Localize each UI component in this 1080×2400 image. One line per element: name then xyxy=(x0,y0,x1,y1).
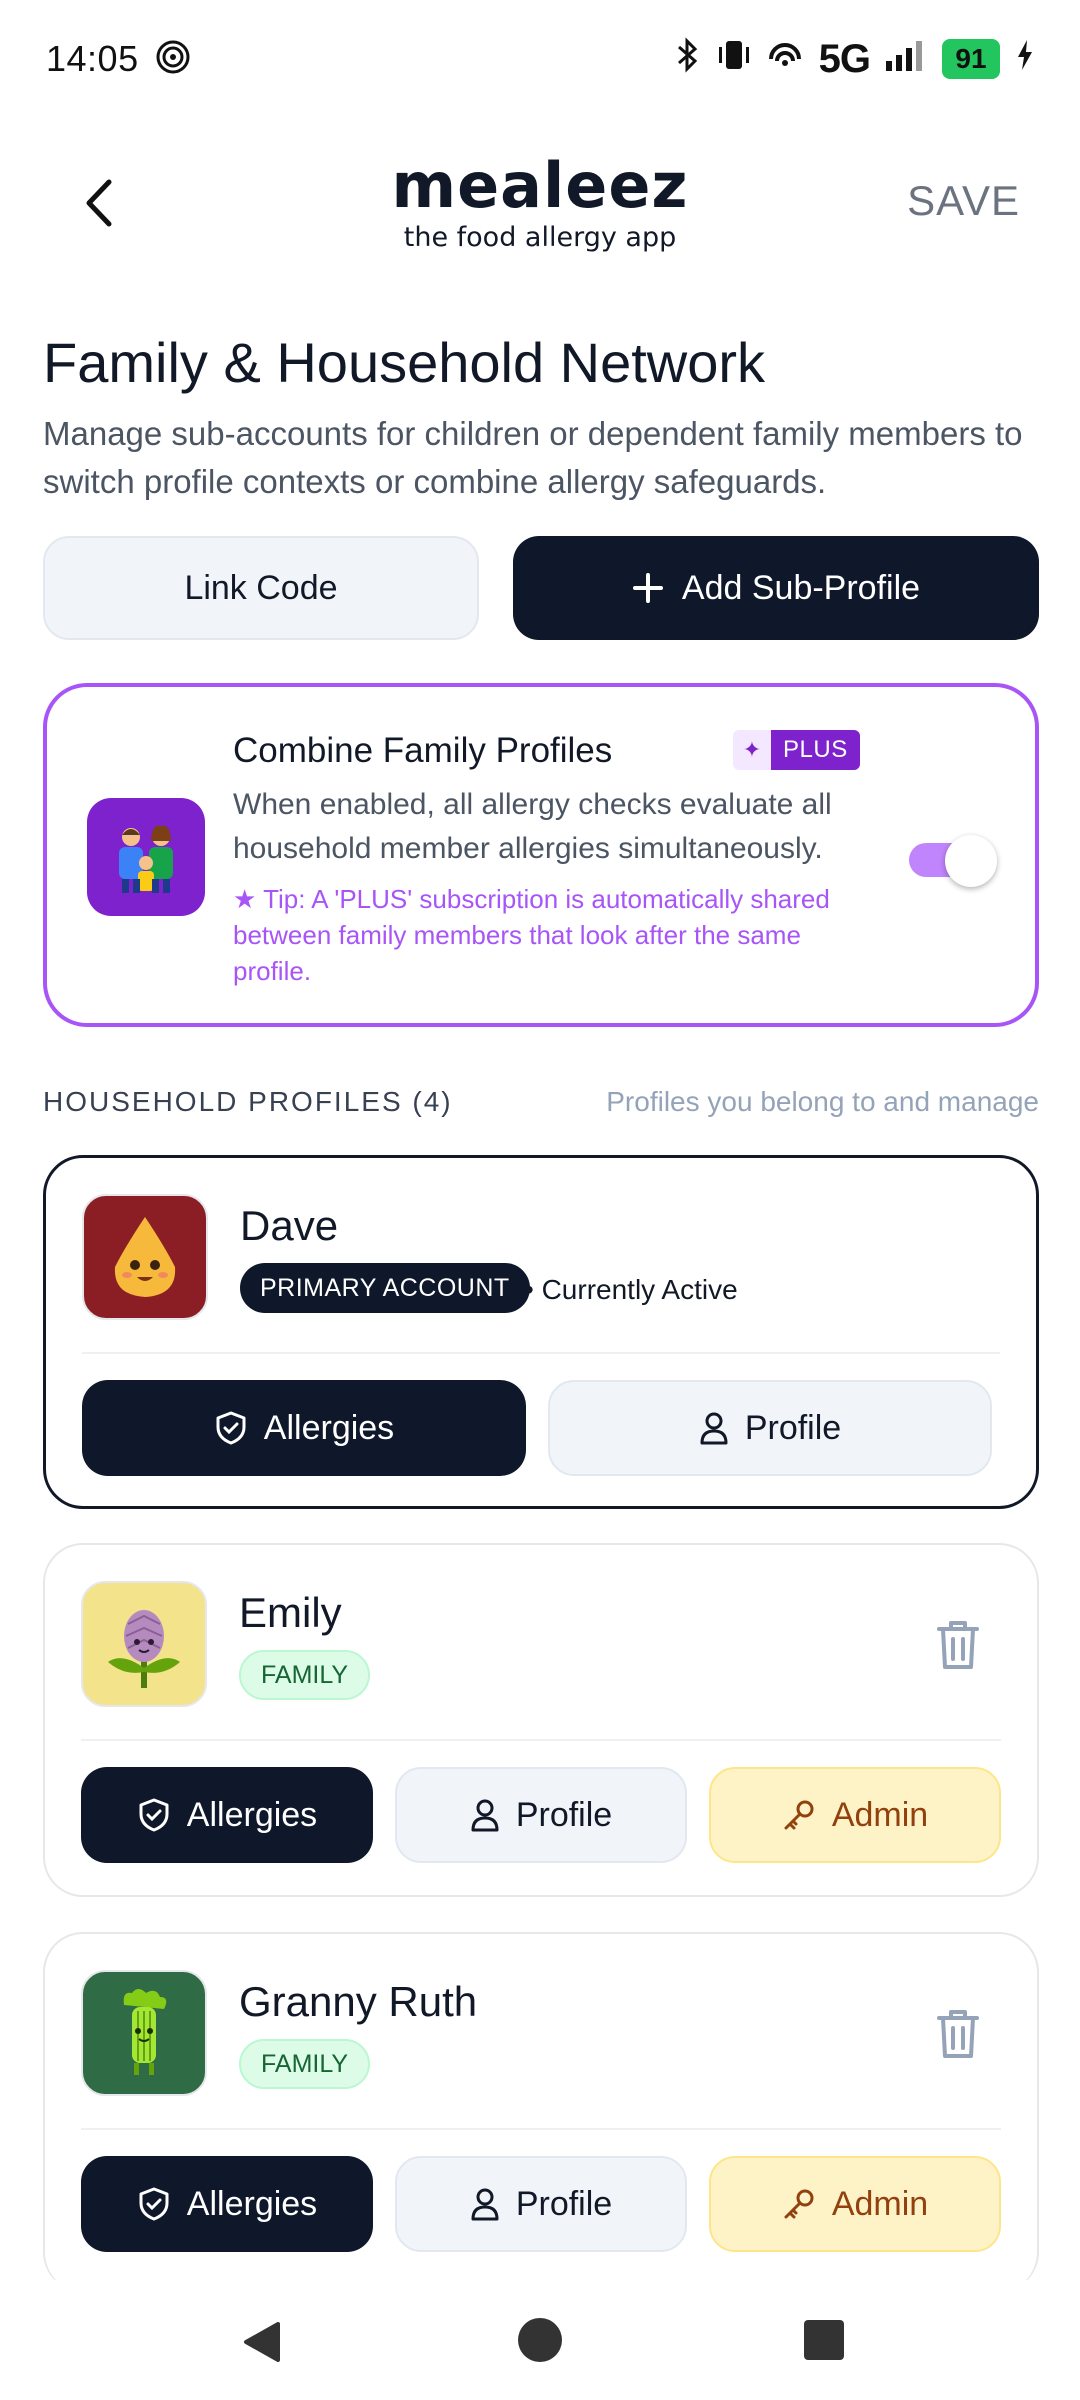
add-sub-profile-button[interactable]: Add Sub-Profile xyxy=(513,536,1039,640)
trash-icon xyxy=(937,1621,979,1669)
nav-home-button[interactable] xyxy=(518,2318,562,2362)
system-nav-bar xyxy=(0,2280,1080,2400)
primary-account-badge: PRIMARY ACCOUNT xyxy=(240,1263,530,1313)
plus-icon xyxy=(632,573,663,603)
combine-toggle[interactable] xyxy=(909,835,997,887)
admin-label: Admin xyxy=(831,1795,929,1834)
profile-card: Emily FAMILY Allergies Profile Admin xyxy=(43,1543,1039,1897)
section-subtitle: Profiles you belong to and manage xyxy=(606,1086,1039,1117)
avatar xyxy=(81,1970,207,2096)
page-description: Manage sub-accounts for children or depe… xyxy=(43,415,1023,500)
divider xyxy=(82,1352,1000,1354)
sparkle-icon: ✦ xyxy=(733,730,771,770)
charging-icon xyxy=(1016,39,1034,79)
wifi-call-icon xyxy=(767,37,803,82)
artichoke-mascot-icon xyxy=(108,1610,180,1688)
trash-icon xyxy=(937,2010,979,2058)
combine-title: Combine Family Profiles xyxy=(233,731,613,770)
network-label: 5G xyxy=(818,36,871,81)
allergies-button[interactable]: Allergies xyxy=(82,1380,526,1476)
logo-tagline: the food allergy app xyxy=(403,222,677,253)
profile-label: Profile xyxy=(515,2184,613,2223)
profile-name: Dave xyxy=(240,1202,339,1249)
profile-name: Granny Ruth xyxy=(239,1978,478,2025)
toggle-thumb xyxy=(945,835,997,887)
save-button[interactable]: SAVE xyxy=(907,177,1020,225)
add-sub-profile-label: Add Sub-Profile xyxy=(681,568,921,607)
profile-label: Profile xyxy=(744,1408,842,1447)
section-title: HOUSEHOLD PROFILES (4) xyxy=(43,1086,453,1117)
link-code-label: Link Code xyxy=(184,568,338,607)
active-status: • Currently Active xyxy=(524,1274,738,1305)
combine-description: When enabled, all allergy checks evaluat… xyxy=(233,788,832,865)
admin-button[interactable]: Admin xyxy=(709,1767,1001,1863)
key-icon xyxy=(784,2189,814,2219)
key-icon xyxy=(784,1800,814,1830)
avatar xyxy=(82,1194,208,1320)
combine-family-card: Combine Family Profiles ✦ PLUS When enab… xyxy=(43,683,1039,1027)
divider xyxy=(81,2128,1001,2130)
admin-button[interactable]: Admin xyxy=(709,2156,1001,2252)
signal-icon xyxy=(886,39,926,80)
profile-card: Dave PRIMARY ACCOUNT • Currently Active … xyxy=(43,1155,1039,1509)
admin-label: Admin xyxy=(831,2184,929,2223)
allergies-label: Allergies xyxy=(186,1795,318,1834)
profile-button[interactable]: Profile xyxy=(548,1380,992,1476)
user-icon xyxy=(700,1412,728,1445)
allergies-button[interactable]: Allergies xyxy=(81,2156,373,2252)
nav-recents-button[interactable] xyxy=(804,2320,844,2360)
nav-back-button[interactable] xyxy=(240,2320,282,2369)
avatar xyxy=(81,1581,207,1707)
plus-badge-label: PLUS xyxy=(771,730,860,770)
status-time: 14:05 xyxy=(46,38,139,79)
shield-check-icon xyxy=(139,2187,169,2221)
allergies-label: Allergies xyxy=(186,2184,318,2223)
delete-button[interactable] xyxy=(933,2006,983,2062)
profile-name: Emily xyxy=(239,1589,342,1636)
bluetooth-icon xyxy=(675,36,701,82)
delete-button[interactable] xyxy=(933,1617,983,1673)
vibrate-icon xyxy=(717,37,751,82)
profile-card: Granny Ruth FAMILY Allergies Profile Adm… xyxy=(43,1932,1039,2292)
app-bar: mealeez the food allergy app SAVE xyxy=(0,135,1080,275)
allergies-button[interactable]: Allergies xyxy=(81,1767,373,1863)
family-icon xyxy=(87,798,205,916)
plus-badge: ✦ PLUS xyxy=(733,730,860,770)
profile-button[interactable]: Profile xyxy=(395,1767,687,1863)
shield-check-icon xyxy=(216,1411,246,1445)
user-icon xyxy=(471,1799,499,1832)
hotspot-icon xyxy=(155,39,191,80)
profile-button[interactable]: Profile xyxy=(395,2156,687,2252)
page-title: Family & Household Network xyxy=(43,331,766,394)
allergies-label: Allergies xyxy=(263,1408,395,1447)
user-icon xyxy=(471,2188,499,2221)
divider xyxy=(81,1739,1001,1741)
shield-check-icon xyxy=(139,1798,169,1832)
droplet-mascot-icon xyxy=(114,1217,176,1297)
family-badge: FAMILY xyxy=(239,1650,371,1700)
family-badge: FAMILY xyxy=(239,2039,371,2089)
triangle-back-icon xyxy=(244,2322,280,2362)
status-bar: 14:05 5G 91 xyxy=(0,0,1080,118)
link-code-button[interactable]: Link Code xyxy=(43,536,479,640)
combine-tip: ★ Tip: A 'PLUS' subscription is automati… xyxy=(233,884,830,986)
profile-label: Profile xyxy=(515,1795,613,1834)
celery-mascot-icon xyxy=(123,1989,167,2075)
battery-indicator: 91 xyxy=(942,39,1000,79)
